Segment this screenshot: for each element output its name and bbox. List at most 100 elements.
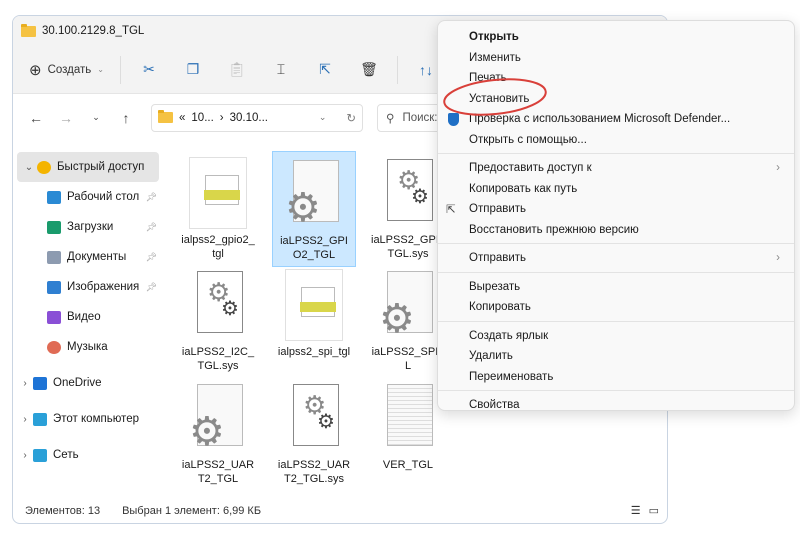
- breadcrumb-separator: ›: [219, 111, 224, 124]
- sort-icon: ↑↓: [419, 61, 433, 78]
- chevron-right-icon[interactable]: ›: [17, 378, 33, 389]
- folder-icon: [158, 110, 173, 123]
- sidebar-item-label: Рабочий стол: [67, 191, 140, 203]
- menu-item-label: Установить: [469, 92, 530, 105]
- menu-item-label: Копировать как путь: [469, 182, 578, 195]
- computer-icon: [33, 412, 47, 426]
- file-item[interactable]: ⚙ iaLPSS2_UART2_TGL: [176, 376, 260, 490]
- tiles-view-icon[interactable]: ▭: [649, 504, 659, 517]
- file-name: ialpss2_spi_tgl: [277, 346, 351, 358]
- package-icon: [300, 287, 336, 317]
- menu-item[interactable]: Отправить ›: [438, 248, 794, 269]
- paste-button[interactable]: 📋︎: [215, 54, 259, 86]
- chevron-right-icon[interactable]: ›: [17, 414, 33, 425]
- menu-item-label: Отправить: [469, 252, 527, 265]
- rename-button[interactable]: ⌶: [259, 54, 303, 86]
- copy-icon: ❐: [186, 61, 200, 77]
- menu-separator: [438, 271, 794, 273]
- details-view-icon[interactable]: ☰: [631, 504, 641, 517]
- menu-item[interactable]: Восстановить прежнюю версию: [438, 220, 794, 241]
- file-thumbnail: ⚙: [377, 269, 439, 341]
- menu-item[interactable]: Открыть: [438, 27, 794, 48]
- file-item[interactable]: ialpss2_spi_tgl: [272, 263, 356, 363]
- file-thumbnail: [187, 157, 249, 229]
- pictures-icon: [47, 280, 61, 294]
- gear-icon: ⚙: [317, 411, 335, 433]
- recent-dropdown[interactable]: ⌄: [83, 112, 109, 123]
- sidebar-item-label: Сеть: [53, 449, 79, 461]
- sidebar-item-video[interactable]: Видео: [13, 302, 163, 332]
- menu-item-label: Предоставить доступ к: [469, 162, 592, 175]
- chevron-down-icon[interactable]: ⌄: [319, 112, 327, 123]
- plus-circle-icon: ⊕: [29, 61, 42, 79]
- file-item[interactable]: ⚙ ⚙ iaLPSS2_I2C_TGL.sys: [176, 263, 260, 377]
- file-thumbnail: ⚙: [283, 158, 345, 230]
- cut-button[interactable]: ✂: [127, 54, 171, 86]
- sidebar-item-network[interactable]: › Сеть: [13, 440, 163, 470]
- menu-item[interactable]: Создать ярлык: [438, 326, 794, 347]
- sidebar-item-document[interactable]: Документы 📌︎: [13, 242, 163, 272]
- sidebar-item-star[interactable]: ⌄ Быстрый доступ: [17, 152, 159, 182]
- pin-icon: 📌︎: [145, 251, 157, 262]
- chevron-down-icon: ⌄: [97, 65, 104, 74]
- window-title: 30.100.2129.8_TGL: [42, 25, 145, 37]
- file-name: ialpss2_gpio2_tgl: [181, 234, 255, 260]
- sidebar-item-computer[interactable]: › Этот компьютер: [13, 404, 163, 434]
- file-item[interactable]: ialpss2_gpio2_tgl: [176, 151, 260, 265]
- menu-item[interactable]: Переименовать: [438, 367, 794, 388]
- menu-item[interactable]: Предоставить доступ к ›: [438, 158, 794, 179]
- menu-item[interactable]: Вырезать: [438, 277, 794, 298]
- chevron-down-icon[interactable]: ⌄: [21, 162, 37, 173]
- file-name: iaLPSS2_UART2_TGL: [181, 459, 255, 485]
- menu-item[interactable]: ⇱ Отправить: [438, 199, 794, 220]
- breadcrumb-overflow[interactable]: «: [179, 112, 185, 124]
- sidebar-item-desktop[interactable]: Рабочий стол 📌︎: [13, 182, 163, 212]
- share-icon: ⇱: [446, 204, 456, 217]
- share-button[interactable]: ⇱: [303, 54, 347, 86]
- sidebar-item-label: Загрузки: [67, 221, 114, 233]
- sidebar-item-music[interactable]: Музыка: [13, 332, 163, 362]
- delete-button[interactable]: 🗑︎: [347, 54, 391, 86]
- sidebar-item-download[interactable]: Загрузки 📌︎: [13, 212, 163, 242]
- menu-item[interactable]: Копировать как путь: [438, 179, 794, 200]
- menu-item[interactable]: Проверка с использованием Microsoft Defe…: [438, 109, 794, 130]
- back-button[interactable]: ←: [23, 110, 49, 126]
- menu-item-label: Свойства: [469, 399, 520, 412]
- sidebar-item-pictures[interactable]: Изображения 📌︎: [13, 272, 163, 302]
- trash-icon: 🗑︎: [360, 61, 378, 77]
- menu-item[interactable]: Свойства: [438, 395, 794, 416]
- video-icon: [47, 310, 61, 324]
- chevron-right-icon[interactable]: ›: [17, 450, 33, 461]
- file-item[interactable]: ⚙ iaLPSS2_GPIO2_TGL: [272, 151, 356, 267]
- sidebar-item-cloud[interactable]: › OneDrive: [13, 368, 163, 398]
- file-item[interactable]: ⚙ ⚙ iaLPSS2_UART2_TGL.sys: [272, 376, 356, 490]
- up-button[interactable]: ↑: [113, 110, 139, 126]
- menu-item-label: Открыть: [469, 31, 519, 44]
- menu-item[interactable]: Изменить: [438, 48, 794, 69]
- menu-item[interactable]: Копировать: [438, 297, 794, 318]
- breadcrumb-segment[interactable]: 10...: [191, 112, 213, 124]
- menu-item-label: Переименовать: [469, 370, 554, 383]
- refresh-icon[interactable]: ↻: [346, 111, 356, 125]
- address-bar[interactable]: « 10... › 30.10... ⌄ ↻: [151, 103, 363, 132]
- search-icon: ⚲: [386, 112, 395, 125]
- settings-gear-icon: ⚙: [189, 410, 225, 454]
- menu-item[interactable]: Печать: [438, 68, 794, 89]
- sidebar-item-label: Быстрый доступ: [57, 161, 145, 173]
- breadcrumb-segment[interactable]: 30.10...: [230, 112, 268, 124]
- menu-item[interactable]: Удалить: [438, 346, 794, 367]
- menu-item[interactable]: Установить: [438, 89, 794, 110]
- menu-item-label: Открыть с помощью...: [469, 133, 587, 146]
- sidebar-item-label: Видео: [67, 311, 101, 323]
- divider: [397, 55, 398, 84]
- forward-button[interactable]: →: [53, 110, 79, 126]
- chevron-right-icon: ›: [776, 252, 780, 265]
- settings-gear-icon: ⚙: [379, 297, 415, 341]
- copy-button[interactable]: ❐: [171, 54, 215, 86]
- new-button[interactable]: ⊕ Создать ⌄: [29, 54, 114, 86]
- menu-separator: [438, 243, 794, 244]
- menu-item[interactable]: Открыть с помощью...: [438, 130, 794, 151]
- file-thumbnail: [283, 269, 345, 341]
- menu-separator: [438, 153, 794, 154]
- music-icon: [47, 340, 61, 354]
